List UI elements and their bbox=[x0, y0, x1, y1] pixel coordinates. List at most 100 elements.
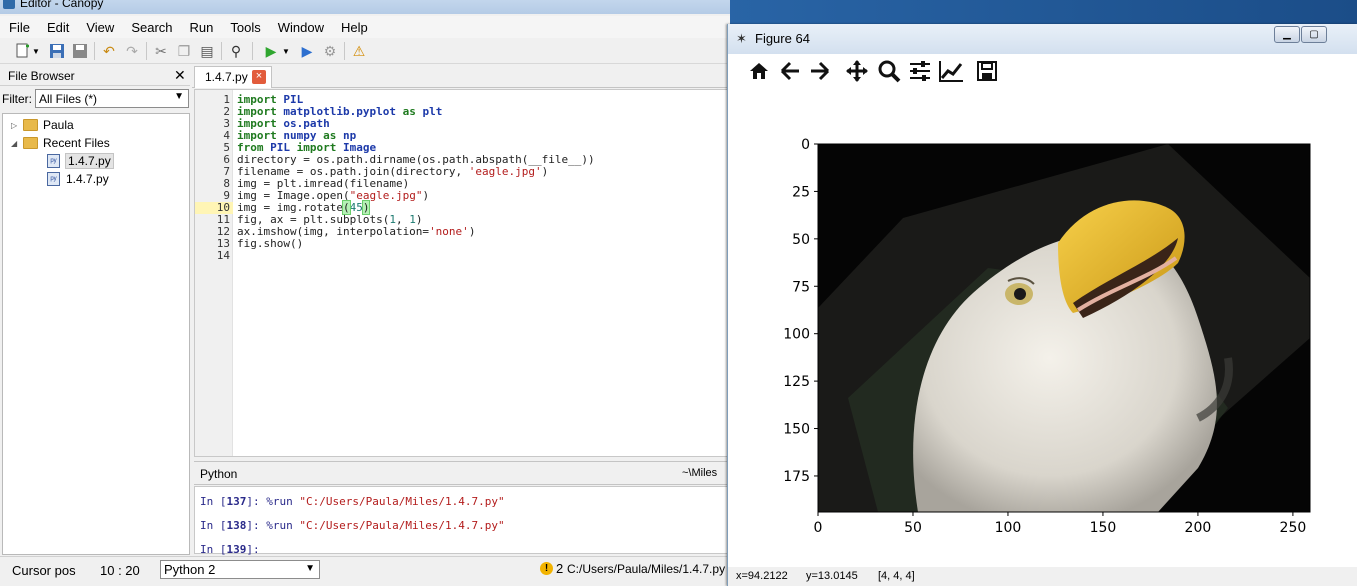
y-tick-label: 0 bbox=[801, 137, 810, 153]
package-manager-icon[interactable]: ⚠ bbox=[350, 42, 368, 60]
chevron-down-icon: ▼ bbox=[174, 91, 184, 102]
file-tree: ▷ Paula ◢ Recent Files py 1.4.7.py py 1.… bbox=[2, 113, 190, 555]
minimize-button[interactable]: ▁ bbox=[1274, 26, 1300, 43]
x-axis-ticks: 0 50 100 150 200 250 bbox=[814, 512, 1307, 536]
toolbar-separator bbox=[94, 42, 95, 60]
file-browser-title: File Browser bbox=[8, 69, 75, 83]
menu-file[interactable]: File bbox=[0, 20, 38, 35]
file-browser-header: File Browser ✕ bbox=[0, 66, 190, 86]
tree-item-label: Paula bbox=[43, 118, 74, 132]
run-dropdown-icon[interactable]: ▼ bbox=[281, 42, 291, 60]
tree-item-file[interactable]: py 1.4.7.py bbox=[47, 170, 109, 188]
folder-icon bbox=[23, 119, 38, 131]
x-tick-label: 0 bbox=[814, 520, 823, 536]
figure-title: Figure 64 bbox=[755, 31, 810, 46]
editor-toolbar: ▼ ↶ ↷ ✂ ❐ ▤ ⚲ ▶ ▼ ▶ ⚙ ⚠ bbox=[0, 38, 730, 64]
cursor-pos-value: 10 : 20 bbox=[100, 563, 140, 578]
figure-status-bar: x=94.2122 y=13.0145 [4, 4, 4] bbox=[728, 567, 1357, 586]
filter-select[interactable]: All Files (*) ▼ bbox=[35, 89, 189, 108]
tree-item-label: Recent Files bbox=[43, 136, 110, 150]
x-tick-label: 50 bbox=[904, 520, 922, 536]
tree-item-file[interactable]: py 1.4.7.py bbox=[47, 152, 114, 170]
y-tick-label: 175 bbox=[783, 469, 810, 485]
filter-label: Filter: bbox=[2, 92, 32, 106]
image-content bbox=[818, 144, 1310, 512]
zoom-icon[interactable] bbox=[876, 59, 902, 83]
tab-label: 1.4.7.py bbox=[205, 70, 248, 84]
menu-view[interactable]: View bbox=[77, 20, 122, 35]
menu-window[interactable]: Window bbox=[269, 20, 332, 35]
pan-icon[interactable] bbox=[844, 59, 870, 83]
python-shell[interactable]: In [137]: %run "C:/Users/Paula/Miles/1.4… bbox=[194, 486, 730, 556]
menu-tools[interactable]: Tools bbox=[221, 20, 268, 35]
y-tick-label: 150 bbox=[783, 422, 810, 438]
plot-area[interactable]: 0 50 100 150 200 250 0 25 50 75 100 125 150 175 bbox=[728, 88, 1357, 566]
copy-icon[interactable]: ❐ bbox=[175, 42, 193, 60]
toolbar-separator bbox=[344, 42, 345, 60]
run-icon[interactable]: ▶ bbox=[262, 42, 280, 60]
cursor-pos-label: Cursor pos bbox=[12, 563, 76, 578]
folder-icon bbox=[23, 137, 38, 149]
y-axis-ticks: 0 25 50 75 100 125 150 175 bbox=[783, 137, 818, 485]
warning-icon[interactable]: ! bbox=[540, 562, 553, 575]
python-file-icon: py bbox=[47, 154, 60, 168]
menu-run[interactable]: Run bbox=[181, 20, 222, 35]
new-file-dropdown-icon[interactable]: ▼ bbox=[31, 42, 41, 60]
close-tab-icon[interactable]: × bbox=[252, 70, 266, 84]
interrupt-icon[interactable]: ⚙ bbox=[321, 42, 339, 60]
menu-edit[interactable]: Edit bbox=[38, 20, 77, 35]
edit-axes-icon[interactable] bbox=[938, 59, 964, 83]
configure-subplots-icon[interactable] bbox=[907, 59, 933, 83]
menu-search[interactable]: Search bbox=[122, 20, 180, 35]
figure-toolbar bbox=[734, 54, 1357, 88]
shell-cwd: ~\Miles bbox=[682, 467, 718, 479]
python-file-icon: py bbox=[47, 172, 60, 186]
cursor-x-readout: x=94.2122 bbox=[736, 570, 788, 582]
figure-canvas[interactable]: 0 50 100 150 200 250 0 25 50 75 100 125 150 175 bbox=[728, 88, 1357, 566]
y-tick-label: 50 bbox=[792, 232, 810, 248]
shell-line: In [137]: %run "C:/Users/Paula/Miles/1.4… bbox=[200, 495, 505, 508]
tree-item-paula[interactable]: ▷ Paula bbox=[11, 116, 74, 134]
back-icon[interactable] bbox=[777, 59, 803, 83]
menu-help[interactable]: Help bbox=[332, 20, 376, 35]
find-icon[interactable]: ⚲ bbox=[227, 42, 245, 60]
tab-1-4-7-py[interactable]: 1.4.7.py × bbox=[194, 66, 272, 88]
y-tick-label: 125 bbox=[783, 374, 810, 390]
interpreter-value: Python 2 bbox=[164, 562, 216, 577]
tree-item-recent-files[interactable]: ◢ Recent Files bbox=[11, 134, 110, 152]
y-tick-label: 100 bbox=[783, 327, 810, 343]
paste-icon[interactable]: ▤ bbox=[198, 42, 216, 60]
matplotlib-icon: ✶ bbox=[736, 31, 747, 46]
maximize-button[interactable]: ▢ bbox=[1301, 26, 1327, 43]
home-icon[interactable] bbox=[746, 59, 772, 83]
undo-icon[interactable]: ↶ bbox=[100, 42, 118, 60]
shell-input-line[interactable]: In [139]: bbox=[200, 543, 260, 556]
save-all-icon[interactable] bbox=[71, 42, 89, 60]
interpreter-select[interactable]: Python 2 ▼ bbox=[160, 560, 320, 579]
canopy-app-icon bbox=[3, 0, 15, 9]
warning-count: 2 bbox=[556, 561, 564, 576]
filter-value: All Files (*) bbox=[39, 92, 98, 106]
code-editor[interactable]: 1 2 3 4 5 6 7 8 9 10 11 12 13 14 import … bbox=[194, 89, 728, 457]
cursor-y-readout: y=13.0145 bbox=[806, 570, 858, 582]
redo-icon[interactable]: ↷ bbox=[123, 42, 141, 60]
python-shell-header: Python ~\Miles bbox=[194, 461, 730, 485]
close-icon[interactable]: ✕ bbox=[174, 67, 186, 84]
forward-icon[interactable] bbox=[807, 59, 833, 83]
menu-bar: File Edit View Search Run Tools Window H… bbox=[0, 16, 730, 38]
x-tick-label: 200 bbox=[1185, 520, 1212, 536]
expand-arrow-icon[interactable]: ▷ bbox=[11, 121, 23, 130]
save-icon[interactable] bbox=[48, 42, 66, 60]
toolbar-separator bbox=[221, 42, 222, 60]
status-bar: Cursor pos 10 : 20 Python 2 ▼ ! 2 C:/Use… bbox=[0, 556, 730, 581]
line-number-gutter: 1 2 3 4 5 6 7 8 9 10 11 12 13 14 bbox=[195, 90, 233, 456]
x-tick-label: 250 bbox=[1280, 520, 1307, 536]
toolbar-separator bbox=[146, 42, 147, 60]
new-file-icon[interactable] bbox=[14, 42, 32, 60]
save-figure-icon[interactable] bbox=[974, 59, 1000, 83]
collapse-arrow-icon[interactable]: ◢ bbox=[11, 139, 23, 148]
y-tick-label: 25 bbox=[792, 184, 810, 200]
debug-run-icon[interactable]: ▶ bbox=[298, 42, 316, 60]
line-number: 14 bbox=[216, 249, 230, 262]
cut-icon[interactable]: ✂ bbox=[152, 42, 170, 60]
